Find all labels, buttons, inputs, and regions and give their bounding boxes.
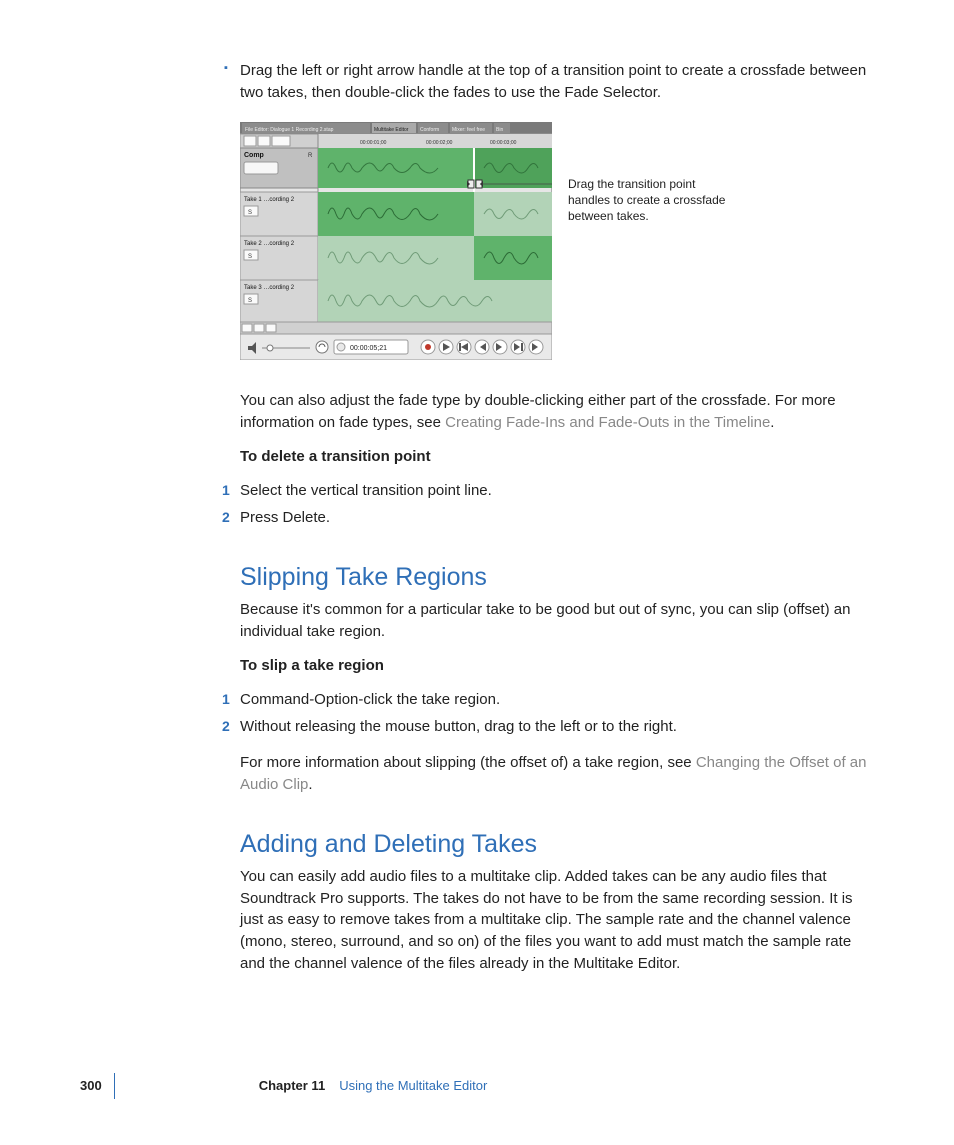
- heading-delete-transition: To delete a transition point: [240, 446, 880, 468]
- step-num-1b: 1: [222, 689, 230, 709]
- step-slip-2: 2Without releasing the mouse button, dra…: [240, 716, 880, 738]
- page-number: 300: [80, 1077, 102, 1096]
- link-fade-types[interactable]: Creating Fade-Ins and Fade-Outs in the T…: [445, 414, 770, 431]
- step-slip-1-text: Command-Option-click the take region.: [240, 691, 500, 708]
- step-delete-1-text: Select the vertical transition point lin…: [240, 482, 492, 499]
- para-slip-more-a: For more information about slipping (the…: [240, 754, 696, 771]
- section-adding: Adding and Deleting Takes: [240, 826, 880, 862]
- para-slip-intro: Because it's common for a particular tak…: [240, 599, 880, 643]
- tc1: 00:00:01;00: [360, 140, 387, 146]
- chapter-title: Using the Multitake Editor: [339, 1077, 487, 1096]
- page-footer: 300 Chapter 11 Using the Multitake Edito…: [80, 1073, 884, 1099]
- section-slipping: Slipping Take Regions: [240, 559, 880, 595]
- tab-conform: Conform: [420, 127, 439, 133]
- multitake-editor-screenshot: File Editor: Dialogue 1 Recording 2.stap…: [240, 122, 552, 367]
- file-title: File Editor: Dialogue 1 Recording 2.stap: [245, 127, 334, 133]
- footer-divider: [114, 1073, 115, 1099]
- tc2: 00:00:02;00: [426, 140, 453, 146]
- step-slip-2-text: Without releasing the mouse button, drag…: [240, 718, 677, 735]
- take1-label: Take 1 …cording 2: [244, 197, 295, 203]
- para-adding: You can easily add audio files to a mult…: [240, 866, 880, 975]
- step-num-2: 2: [222, 507, 230, 527]
- tab-mixer: Mixer: feel free: [452, 127, 485, 133]
- bullet-crossfade: Drag the left or right arrow handle at t…: [240, 60, 880, 104]
- steps-slip: 1Command-Option-click the take region. 2…: [240, 689, 880, 739]
- tab-multitake: Multitake Editor: [374, 127, 409, 133]
- step-delete-1: 1Select the vertical transition point li…: [240, 480, 880, 502]
- para-fade-adjust-b: .: [770, 414, 774, 431]
- take3-s: S: [248, 298, 252, 304]
- para-slip-more-b: .: [308, 776, 312, 793]
- comp-r: R: [308, 153, 313, 159]
- step-delete-2-text: Press Delete.: [240, 509, 330, 526]
- take3-label: Take 3 …cording 2: [244, 285, 295, 291]
- step-num-2b: 2: [222, 716, 230, 736]
- transport-time: 00:00:05;21: [350, 345, 387, 352]
- figure-row: File Editor: Dialogue 1 Recording 2.stap…: [240, 122, 880, 367]
- bullet-crossfade-text: Drag the left or right arrow handle at t…: [240, 62, 866, 101]
- step-delete-2: 2Press Delete.: [240, 507, 880, 529]
- para-slip-more: For more information about slipping (the…: [240, 752, 880, 796]
- take2-s: S: [248, 254, 252, 260]
- chapter-label: Chapter 11: [259, 1077, 325, 1096]
- step-slip-1: 1Command-Option-click the take region.: [240, 689, 880, 711]
- tc3: 00:00:03;00: [490, 140, 517, 146]
- para-fade-adjust: You can also adjust the fade type by dou…: [240, 390, 880, 434]
- figure-callout: Drag the transition point handles to cre…: [568, 176, 738, 225]
- tab-bin: Bin: [496, 127, 503, 133]
- steps-delete: 1Select the vertical transition point li…: [240, 480, 880, 530]
- heading-slip: To slip a take region: [240, 655, 880, 677]
- take2-label: Take 2 …cording 2: [244, 241, 295, 247]
- comp-label: Comp: [244, 152, 264, 159]
- take1-s: S: [248, 210, 252, 216]
- step-num-1: 1: [222, 480, 230, 500]
